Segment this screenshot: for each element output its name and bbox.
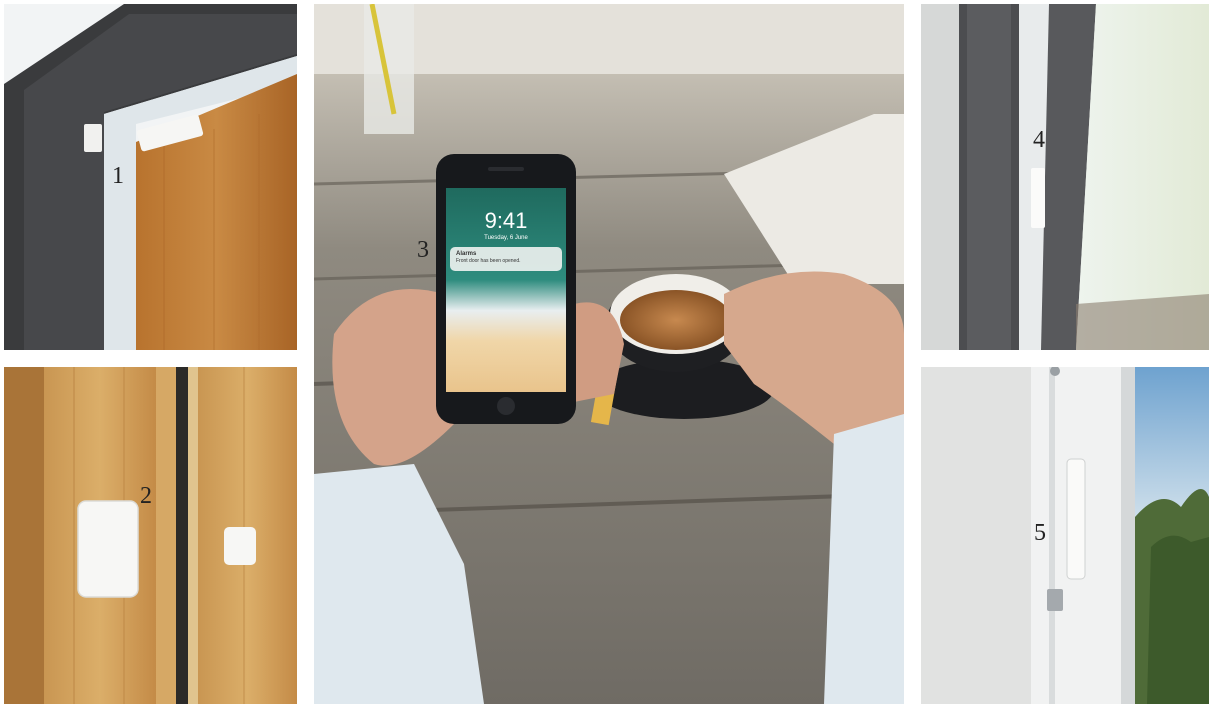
photo-number-3: 3 (417, 237, 429, 263)
photo-phone-coffee: 9:41 Tuesday, 6 June Alarms Front door h… (314, 4, 904, 704)
photo-number-4: 4 (1033, 127, 1045, 153)
phone-coffee-illustration (314, 4, 904, 704)
photo-door-frame: 1 (4, 4, 297, 350)
window-frame-illustration (921, 4, 1209, 350)
photo-window-frame: 4 (921, 4, 1209, 350)
door-frame-illustration (4, 4, 297, 350)
notification-title: Alarms (456, 251, 477, 257)
phone-date: Tuesday, 6 June (484, 235, 528, 241)
window-sash-illustration (921, 367, 1209, 704)
door-edge-illustration (4, 367, 297, 704)
photo-number-2: 2 (140, 483, 152, 509)
phone-notification: Alarms Front door has been opened. (450, 247, 562, 271)
photo-number-1: 1 (112, 163, 124, 189)
photo-number-5: 5 (1034, 520, 1046, 546)
phone-time: 9:41 (484, 208, 528, 233)
photo-door-edge: 2 (4, 367, 297, 704)
notification-body: Front door has been opened. (456, 258, 521, 264)
photo-window-sash: 5 (921, 367, 1209, 704)
